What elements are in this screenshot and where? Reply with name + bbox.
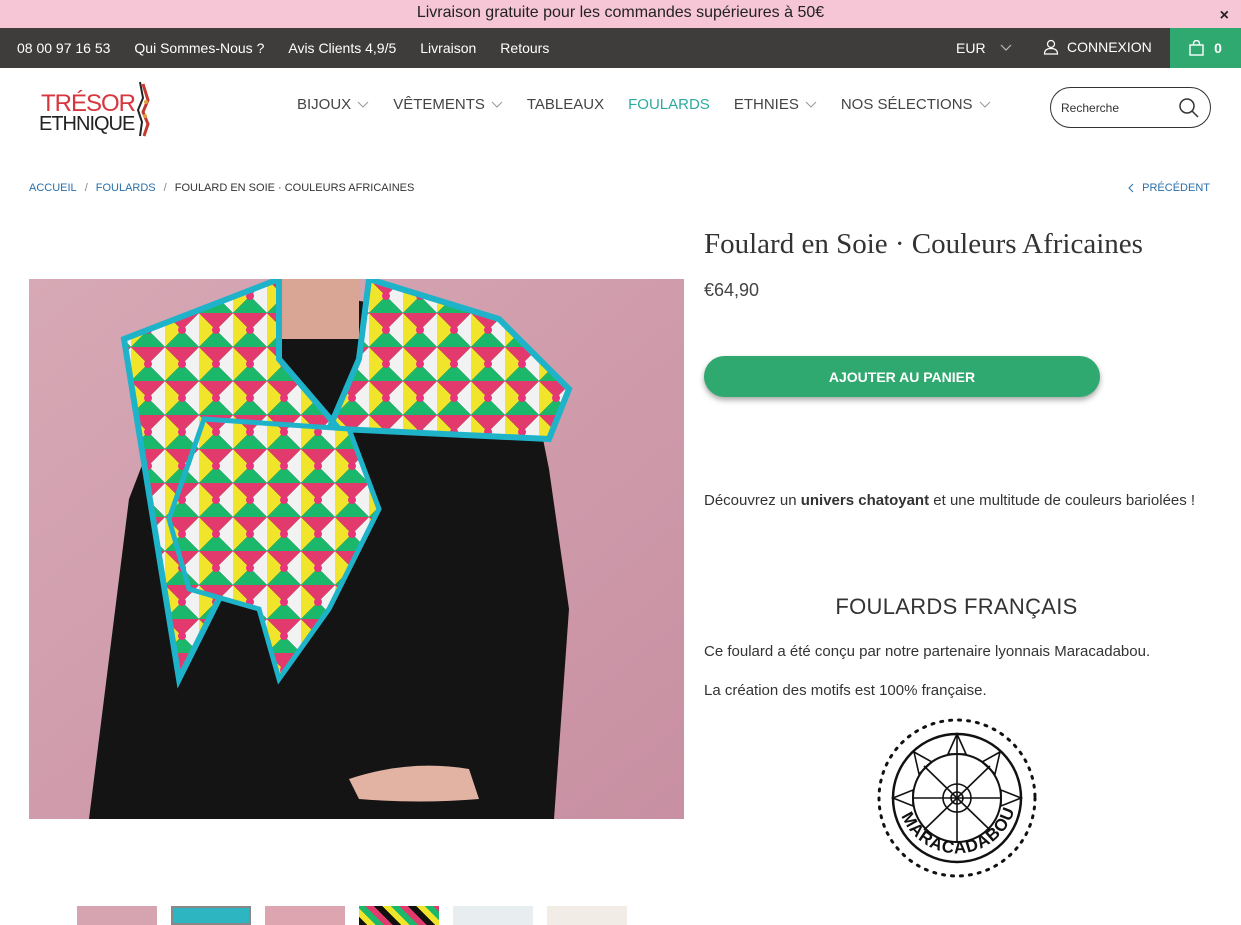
nav-item-ethnies[interactable]: ETHNIES (734, 96, 817, 113)
product-title: Foulard en Soie · Couleurs Africaines (704, 228, 1143, 260)
thumbnail[interactable] (359, 906, 439, 925)
returns-link[interactable]: Retours (500, 40, 549, 56)
user-icon (1043, 39, 1059, 55)
thumbnail[interactable] (547, 906, 627, 925)
nav-item-vetements[interactable]: VÊTEMENTS (393, 96, 503, 113)
close-icon[interactable]: × (1220, 3, 1229, 28)
nav-label: TABLEAUX (526, 96, 605, 113)
main-nav: BIJOUX VÊTEMENTS TABLEAUX FOULARDS ETHNI… (297, 96, 991, 113)
nav-item-selections[interactable]: NOS SÉLECTIONS (841, 96, 991, 113)
thumbnail[interactable] (453, 906, 533, 925)
previous-label: PRÉCÉDENT (1142, 182, 1210, 194)
cart-button[interactable]: 0 (1170, 28, 1241, 68)
nav-label: FOULARDS (628, 96, 710, 113)
search-input[interactable] (1061, 98, 1176, 118)
nav-label: VÊTEMENTS (393, 96, 485, 113)
promo-text: Livraison gratuite pour les commandes su… (416, 4, 825, 21)
product-price: €64,90 (704, 280, 760, 300)
chevron-down-icon (491, 101, 503, 108)
maracadabou-logo: MARACADABOU (876, 716, 1038, 880)
currency-selector[interactable]: EUR (956, 40, 1012, 56)
cart-count: 0 (1214, 40, 1222, 56)
desc-bold: univers chatoyant (800, 492, 930, 509)
site-logo[interactable]: TRÉSOR ETHNIQUE (38, 80, 158, 140)
breadcrumb-home[interactable]: ACCUEIL (29, 182, 77, 194)
section-heading: FOULARDS FRANÇAIS (835, 594, 1078, 619)
shipping-link[interactable]: Livraison (420, 40, 476, 56)
partner-paragraph: Ce foulard a été conçu par notre partena… (704, 643, 1151, 660)
nav-label: ETHNIES (733, 96, 799, 113)
nav-label: BIJOUX (297, 96, 352, 113)
nav-item-foulards[interactable]: FOULARDS (628, 96, 710, 113)
product-photo-drawing (29, 279, 684, 819)
nav-item-tableaux[interactable]: TABLEAUX (527, 96, 604, 113)
thumbnail[interactable] (265, 906, 345, 925)
nav-label: NOS SÉLECTIONS (840, 96, 973, 113)
chevron-down-icon (979, 101, 990, 108)
product-image[interactable] (29, 279, 684, 819)
shopping-bag-icon (1189, 40, 1204, 56)
about-link[interactable]: Qui Sommes-Nous ? (134, 40, 264, 56)
thumbnail-strip (77, 906, 627, 925)
login-label: CONNEXION (1067, 39, 1152, 55)
search-icon[interactable] (1178, 97, 1200, 119)
chevron-down-icon (1000, 44, 1011, 51)
desc-text: et une multitude de couleurs bariolées ! (929, 492, 1196, 509)
nav-item-bijoux[interactable]: BIJOUX (297, 96, 369, 113)
previous-link[interactable]: PRÉCÉDENT (1128, 182, 1210, 194)
chevron-down-icon (805, 101, 817, 108)
logo-line2: ETHNIQUE (39, 113, 135, 135)
breadcrumb: ACCUEIL / FOULARDS / FOULARD EN SOIE · C… (29, 182, 414, 194)
search-box (1050, 87, 1211, 128)
origin-paragraph: La création des motifs est 100% français… (704, 682, 987, 699)
login-link[interactable]: CONNEXION (1043, 39, 1152, 55)
phone-link[interactable]: 08 00 97 16 53 (17, 40, 110, 56)
top-bar: 08 00 97 16 53 Qui Sommes-Nous ? Avis Cl… (0, 28, 1241, 68)
top-links: 08 00 97 16 53 Qui Sommes-Nous ? Avis Cl… (17, 28, 549, 68)
add-to-cart-button[interactable]: AJOUTER AU PANIER (704, 356, 1100, 397)
promo-banner: Livraison gratuite pour les commandes su… (0, 0, 1241, 28)
feather-headdress-icon (136, 81, 150, 137)
desc-text: Découvrez un (704, 492, 801, 509)
breadcrumb-category[interactable]: FOULARDS (96, 182, 156, 194)
reviews-link[interactable]: Avis Clients 4,9/5 (288, 40, 396, 56)
currency-label: EUR (956, 40, 986, 56)
breadcrumb-separator: / (84, 182, 88, 194)
breadcrumb-separator: / (163, 182, 167, 194)
thumbnail[interactable] (77, 906, 157, 925)
breadcrumb-current: FOULARD EN SOIE · COULEURS AFRICAINES (174, 182, 415, 194)
thumbnail[interactable] (171, 906, 251, 925)
chevron-left-icon (1128, 183, 1134, 193)
product-description: Découvrez un univers chatoyant et une mu… (704, 489, 1204, 513)
chevron-down-icon (357, 101, 369, 108)
